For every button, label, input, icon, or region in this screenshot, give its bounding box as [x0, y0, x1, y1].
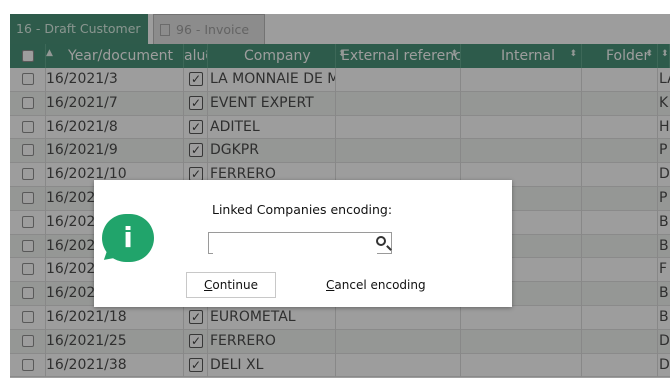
company-search-input[interactable] [213, 234, 377, 254]
company-search[interactable] [208, 232, 392, 254]
dialog-title: Linked Companies encoding: [212, 202, 393, 217]
continue-button[interactable]: Continue [186, 272, 276, 298]
info-glyph: i [123, 221, 133, 254]
cancel-encoding-button[interactable]: Cancel encoding [326, 272, 426, 298]
search-icon[interactable] [376, 236, 386, 246]
continue-label-rest: ontinue [212, 278, 258, 292]
cancel-label-rest: ancel encoding [334, 278, 426, 292]
linked-companies-dialog: i Linked Companies encoding: Continue Ca… [94, 180, 512, 307]
